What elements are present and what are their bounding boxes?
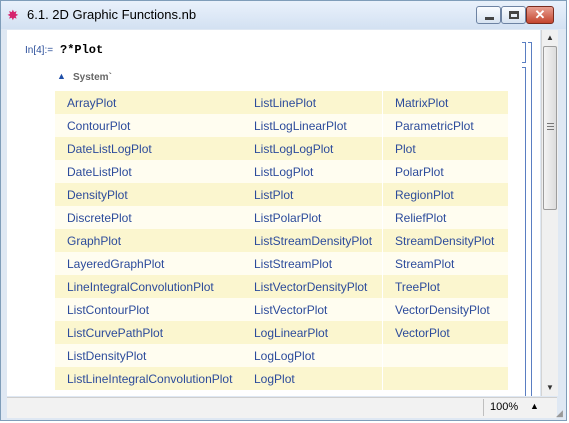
function-link[interactable]: ListLogLogPlot (242, 137, 383, 160)
function-link[interactable]: DensityPlot (55, 183, 242, 206)
maximize-button[interactable] (501, 6, 526, 24)
empty-cell (382, 344, 508, 367)
table-row: GraphPlot ListStreamDensityPlot StreamDens… (55, 229, 508, 252)
input-expression[interactable]: ?*Plot (60, 43, 103, 57)
table-row: DateListPlot ListLogPlot PolarPlot (55, 160, 508, 183)
function-link[interactable]: ListVectorDensityPlot (242, 275, 383, 298)
function-list: ArrayPlot ListLinePlot MatrixPlot ContourPl… (55, 91, 508, 390)
function-link[interactable]: ListDensityPlot (55, 344, 242, 367)
grip-line (547, 129, 554, 130)
context-label[interactable]: System` (73, 72, 112, 83)
function-link[interactable]: StreamDensityPlot (382, 229, 508, 252)
minimize-icon (485, 17, 494, 20)
window-title: 6.1. 2D Graphic Functions.nb (27, 7, 197, 22)
input-cell-bracket[interactable] (522, 42, 526, 63)
minimize-button[interactable] (476, 6, 501, 24)
function-link[interactable]: RegionPlot (382, 183, 508, 206)
function-link[interactable]: DateListPlot (55, 160, 242, 183)
function-link[interactable]: ListStreamDensityPlot (242, 229, 383, 252)
function-link[interactable]: ListContourPlot (55, 298, 242, 321)
function-link[interactable]: PolarPlot (382, 160, 508, 183)
maximize-icon (509, 11, 519, 19)
function-link[interactable]: ReliefPlot (382, 206, 508, 229)
close-icon: ✕ (534, 7, 546, 22)
group-cell-bracket[interactable] (528, 42, 532, 396)
notebook-content[interactable]: In[4]:= ?*Plot ▲ System` ArrayPlot ListLi… (7, 30, 540, 396)
table-row: LayeredGraphPlot ListStreamPlot StreamPlot (55, 252, 508, 275)
function-link[interactable]: ListLogLinearPlot (242, 114, 383, 137)
function-link[interactable]: ListLogPlot (242, 160, 383, 183)
empty-cell (382, 367, 508, 390)
function-link[interactable]: ContourPlot (55, 114, 242, 137)
function-link[interactable]: ListLineIntegralConvolutionPlot (55, 367, 242, 390)
output-cell-bracket[interactable] (522, 67, 526, 396)
table-row: ListContourPlot ListVectorPlot VectorDensi… (55, 298, 508, 321)
table-row: ContourPlot ListLogLinearPlot ParametricPl… (55, 114, 508, 137)
function-link[interactable]: DateListLogPlot (55, 137, 242, 160)
table-row: DiscretePlot ListPolarPlot ReliefPlot (55, 206, 508, 229)
function-link[interactable]: LogLogPlot (242, 344, 383, 367)
function-link[interactable]: ListPlot (242, 183, 383, 206)
function-link[interactable]: LogPlot (242, 367, 383, 390)
function-link[interactable]: ParametricPlot (382, 114, 508, 137)
function-link[interactable]: LogLinearPlot (242, 321, 383, 344)
table-row: LineIntegralConvolutionPlot ListVectorDen… (55, 275, 508, 298)
table-row: ListLineIntegralConvolutionPlot LogPlot (55, 367, 508, 390)
scroll-thumb[interactable] (543, 46, 557, 210)
title-bar[interactable]: ✸ 6.1. 2D Graphic Functions.nb ✕ (1, 1, 566, 29)
function-link[interactable]: LayeredGraphPlot (55, 252, 242, 275)
function-link[interactable]: LineIntegralConvolutionPlot (55, 275, 242, 298)
notebook-window: ✸ 6.1. 2D Graphic Functions.nb ✕ In[4]:=… (0, 0, 567, 421)
function-link[interactable]: TreePlot (382, 275, 508, 298)
grip-line (547, 123, 554, 124)
table-row: ArrayPlot ListLinePlot MatrixPlot (55, 91, 508, 114)
scroll-down-button[interactable]: ▼ (542, 380, 558, 396)
function-link[interactable]: ListPolarPlot (242, 206, 383, 229)
vertical-scrollbar[interactable]: ▲ ▼ (541, 30, 558, 396)
function-link[interactable]: VectorPlot (382, 321, 508, 344)
function-link[interactable]: ListCurvePathPlot (55, 321, 242, 344)
function-link[interactable]: Plot (382, 137, 508, 160)
table-row: DateListLogPlot ListLogLogPlot Plot (55, 137, 508, 160)
triangle-up-icon[interactable]: ▲ (530, 401, 539, 411)
table-row: ListCurvePathPlot LogLinearPlot VectorPlot (55, 321, 508, 344)
function-link[interactable]: ListLinePlot (242, 91, 383, 114)
function-link[interactable]: StreamPlot (382, 252, 508, 275)
close-button[interactable]: ✕ (526, 6, 554, 24)
resize-grip-icon[interactable]: ◢ (556, 408, 566, 418)
scroll-up-button[interactable]: ▲ (542, 30, 558, 46)
mathematica-icon: ✸ (7, 7, 19, 23)
function-link[interactable]: ArrayPlot (55, 91, 242, 114)
zoom-value: 100% (490, 401, 519, 413)
function-link[interactable]: VectorDensityPlot (382, 298, 508, 321)
status-bar: 100% ▲ (7, 397, 557, 418)
grip-line (547, 126, 554, 127)
table-row: ListDensityPlot LogLogPlot (55, 344, 508, 367)
table-row: DensityPlot ListPlot RegionPlot (55, 183, 508, 206)
collapse-triangle-icon[interactable]: ▲ (57, 71, 66, 81)
function-link[interactable]: GraphPlot (55, 229, 242, 252)
function-link[interactable]: ListStreamPlot (242, 252, 383, 275)
zoom-control[interactable]: 100% ▲ (483, 399, 556, 416)
input-label: In[4]:= (25, 45, 54, 56)
function-link[interactable]: DiscretePlot (55, 206, 242, 229)
function-link[interactable]: ListVectorPlot (242, 298, 383, 321)
function-link[interactable]: MatrixPlot (382, 91, 508, 114)
